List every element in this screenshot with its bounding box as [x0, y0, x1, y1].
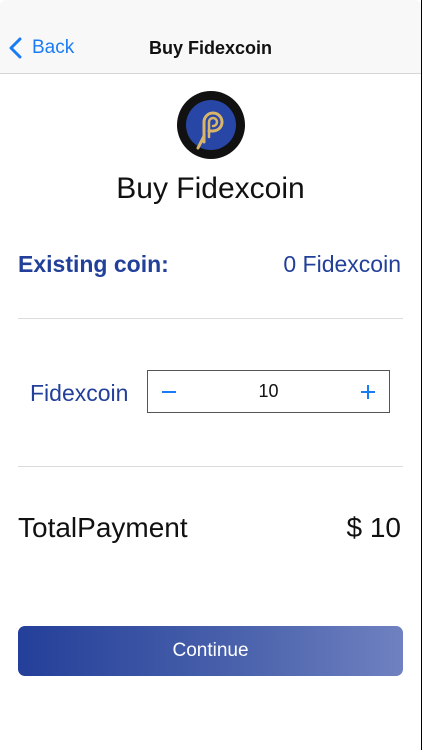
existing-coin-label: Existing coin:: [18, 251, 169, 277]
page-title: Buy Fidexcoin: [116, 172, 305, 205]
minus-icon: [162, 390, 176, 393]
fidexcoin-logo-icon: [176, 90, 246, 160]
increment-button[interactable]: [347, 371, 389, 412]
total-payment-label: TotalPayment: [18, 512, 188, 543]
app-screen: Back Buy Fidexcoin Buy Fidexcoin Existin…: [0, 0, 421, 750]
divider: [18, 318, 403, 319]
quantity-input[interactable]: [190, 371, 347, 412]
continue-button[interactable]: Continue: [18, 626, 403, 676]
navigation-bar: Back Buy Fidexcoin: [0, 0, 421, 74]
nav-title: Buy Fidexcoin: [148, 38, 273, 58]
total-payment-value: $ 10: [346, 512, 402, 543]
divider: [18, 466, 403, 467]
plus-icon: [361, 384, 375, 399]
quantity-stepper: [147, 370, 390, 413]
coin-quantity-label: Fidexcoin: [30, 380, 129, 406]
existing-coin-value: 0 Fidexcoin: [283, 251, 401, 277]
decrement-button[interactable]: [148, 371, 190, 412]
